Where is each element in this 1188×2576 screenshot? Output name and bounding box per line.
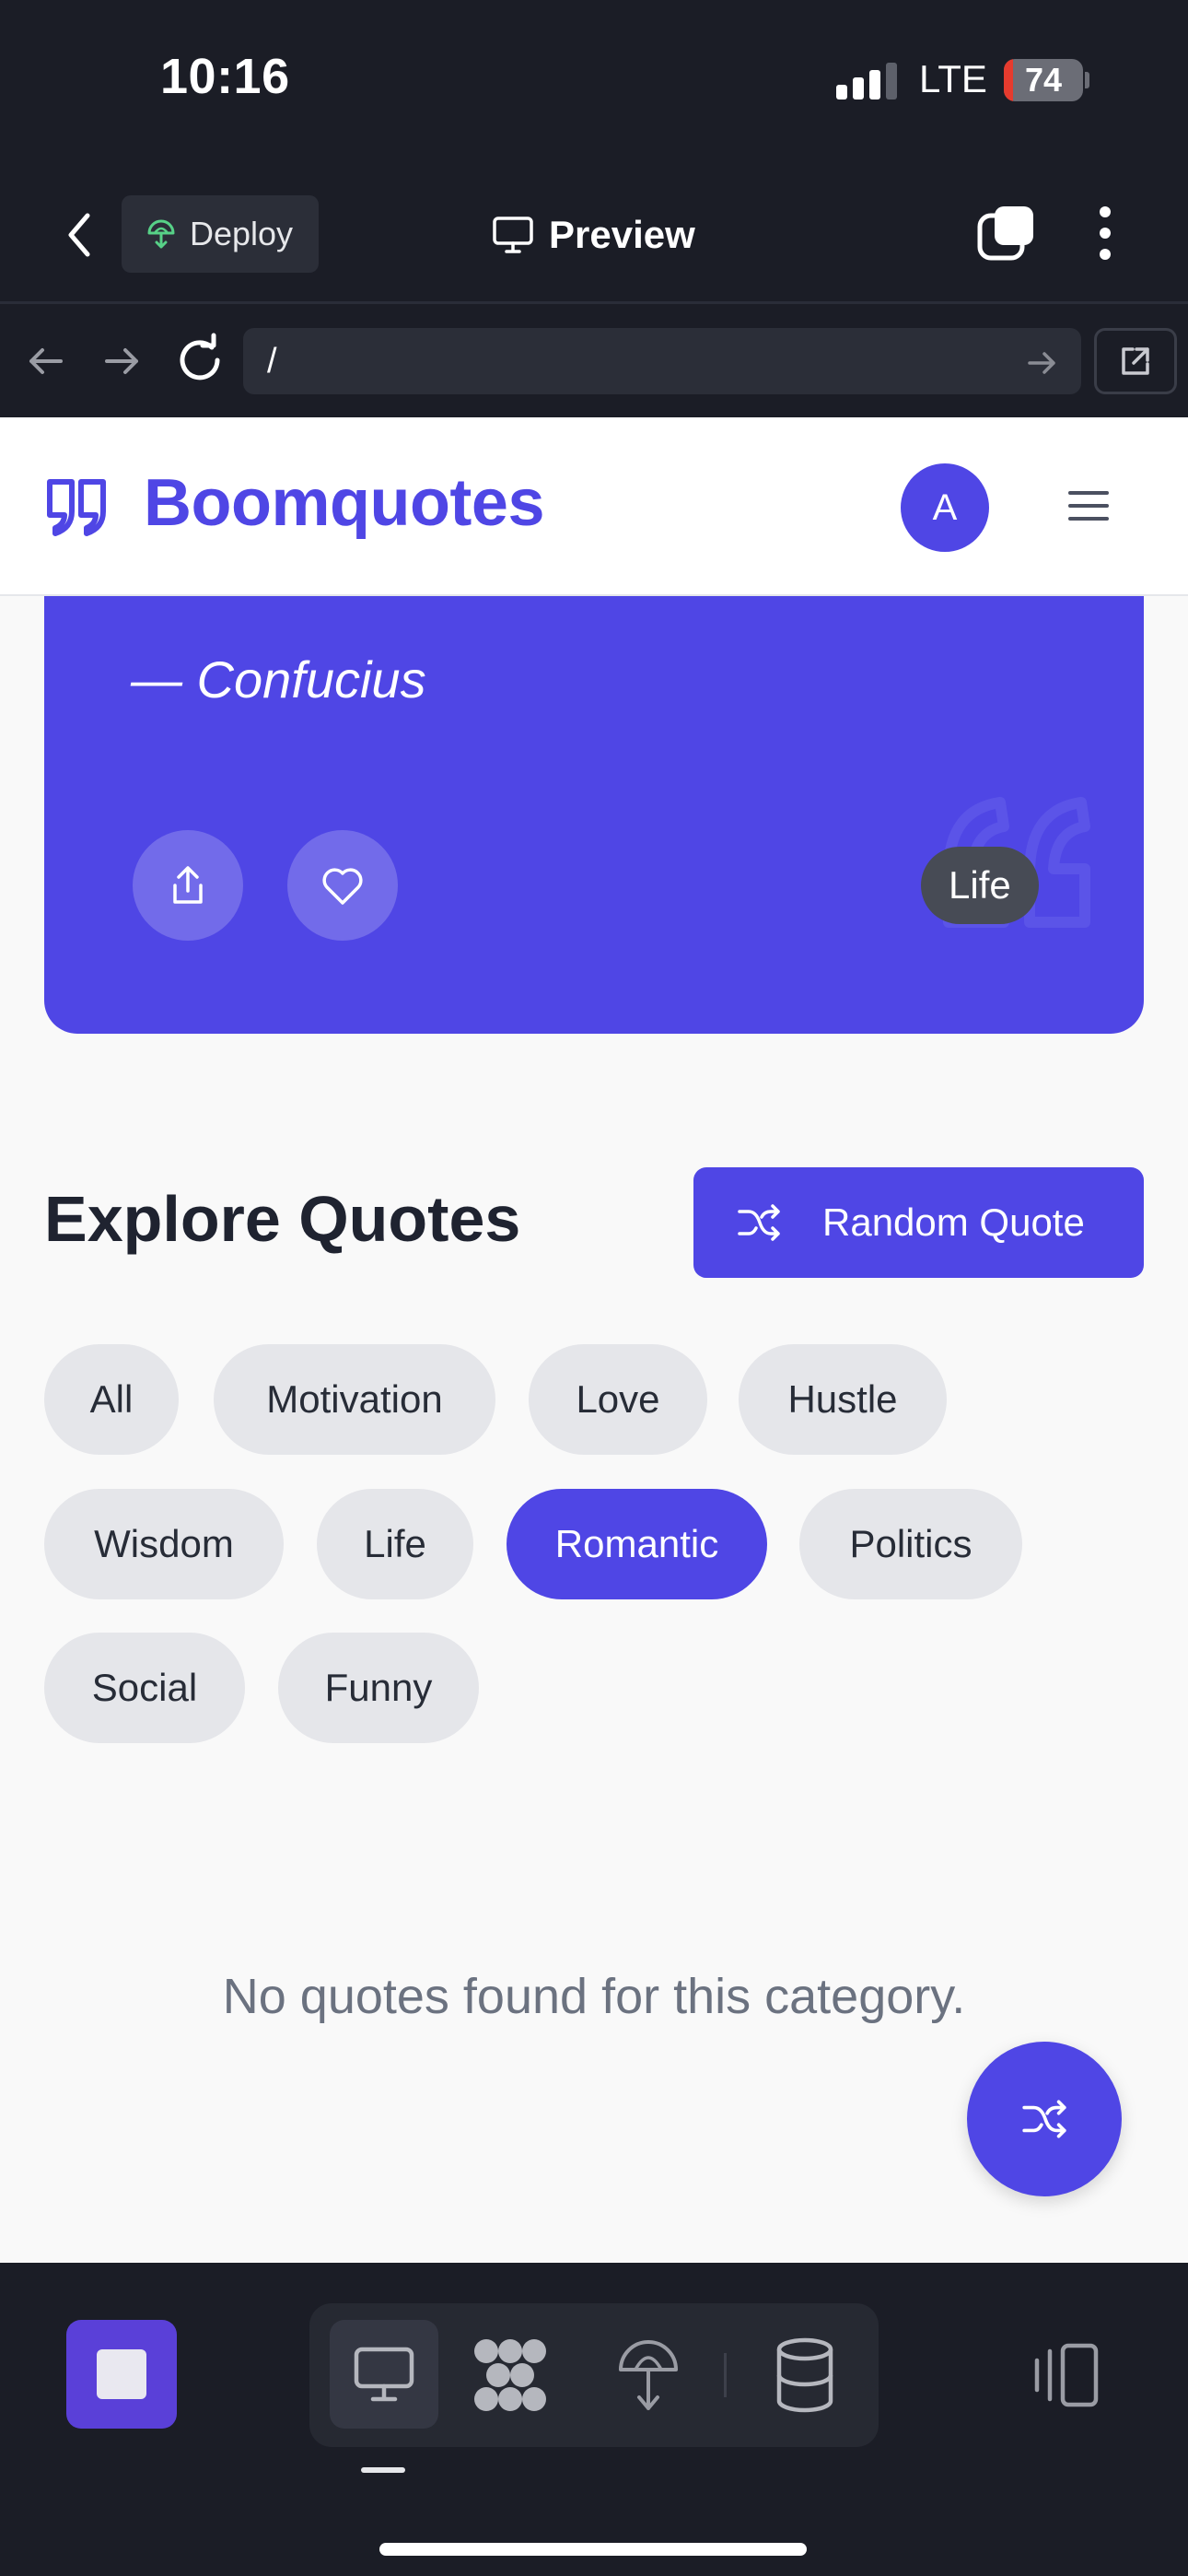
database-icon[interactable] xyxy=(770,2336,840,2414)
battery-percent: 74 xyxy=(1024,61,1063,99)
stop-icon xyxy=(97,2349,146,2399)
panel-toggle-icon[interactable] xyxy=(1030,2340,1103,2410)
category-chip-all[interactable]: All xyxy=(44,1344,179,1455)
deploy-icon xyxy=(147,219,175,249)
category-chip-romantic[interactable]: Romantic xyxy=(507,1489,767,1599)
quote-logo-icon xyxy=(47,479,106,536)
preview-tab[interactable]: Preview xyxy=(492,205,695,265)
stop-button[interactable] xyxy=(66,2320,177,2429)
category-chip-love[interactable]: Love xyxy=(529,1344,707,1455)
arrow-right-icon xyxy=(105,348,138,374)
back-button[interactable] xyxy=(52,203,107,267)
shuffle-icon xyxy=(1022,2100,1066,2138)
reload-icon xyxy=(180,333,220,381)
url-input[interactable]: / xyxy=(243,328,1081,394)
more-vertical-icon xyxy=(1100,206,1111,260)
quote-card: — Confucius Life xyxy=(44,565,1144,1034)
quote-category-badge: Life xyxy=(921,847,1039,924)
monitor-icon xyxy=(493,217,533,253)
random-quote-label: Random Quote xyxy=(822,1200,1085,1244)
active-tool-indicator xyxy=(361,2467,405,2473)
url-go-button[interactable] xyxy=(1022,343,1063,383)
tabs-icon xyxy=(977,206,1033,261)
preview-tool-button[interactable] xyxy=(330,2320,438,2429)
favorite-button[interactable] xyxy=(287,830,398,941)
battery-tip xyxy=(1085,72,1089,88)
category-chip-social[interactable]: Social xyxy=(44,1633,245,1743)
category-chip-politics[interactable]: Politics xyxy=(799,1489,1022,1599)
web-preview: Boomquotes A — Confucius Life Explore Qu… xyxy=(0,417,1188,2263)
random-quote-button[interactable]: Random Quote xyxy=(693,1167,1144,1278)
explore-title: Explore Quotes xyxy=(44,1183,521,1255)
menu-icon[interactable] xyxy=(1066,487,1111,524)
category-chip-hustle[interactable]: Hustle xyxy=(739,1344,947,1455)
deploy-tool-icon[interactable] xyxy=(613,2336,683,2414)
deploy-label: Deploy xyxy=(190,215,294,252)
preview-label: Preview xyxy=(549,213,695,256)
shuffle-icon xyxy=(738,1204,780,1241)
category-chip-life[interactable]: Life xyxy=(317,1489,473,1599)
category-chip-wisdom[interactable]: Wisdom xyxy=(44,1489,284,1599)
category-chip-motivation[interactable]: Motivation xyxy=(214,1344,495,1455)
quote-author: — Confucius xyxy=(131,650,426,708)
battery-icon: 74 xyxy=(1004,59,1083,101)
tool-divider xyxy=(724,2353,727,2397)
heart-icon xyxy=(322,868,363,905)
signal-strength-icon xyxy=(836,61,897,100)
share-icon xyxy=(173,866,203,904)
arrow-right-icon xyxy=(1028,352,1055,374)
home-indicator xyxy=(379,2543,807,2556)
avatar[interactable]: A xyxy=(901,463,989,552)
shuffle-fab-button[interactable] xyxy=(967,2042,1122,2196)
chevron-left-icon xyxy=(68,213,90,257)
external-link-icon xyxy=(1122,347,1149,375)
open-external-button[interactable] xyxy=(1094,328,1177,394)
status-time: 10:16 xyxy=(160,49,290,104)
more-options-button[interactable] xyxy=(1087,203,1124,263)
reload-button[interactable] xyxy=(171,332,228,389)
share-button[interactable] xyxy=(133,830,243,941)
site-header: Boomquotes A xyxy=(0,417,1188,596)
empty-state-message: No quotes found for this category. xyxy=(222,1969,966,2024)
site-title[interactable]: Boomquotes xyxy=(144,465,544,541)
browser-forward-button[interactable] xyxy=(96,335,147,387)
apps-tool-icon[interactable] xyxy=(472,2336,549,2414)
arrow-left-icon xyxy=(29,348,63,374)
deploy-button[interactable]: Deploy xyxy=(122,195,319,273)
category-chip-funny[interactable]: Funny xyxy=(278,1633,479,1743)
tabs-button[interactable] xyxy=(976,203,1037,263)
network-type: LTE xyxy=(919,57,987,100)
monitor-icon xyxy=(354,2347,414,2402)
url-text: / xyxy=(267,341,277,381)
browser-back-button[interactable] xyxy=(20,335,72,387)
